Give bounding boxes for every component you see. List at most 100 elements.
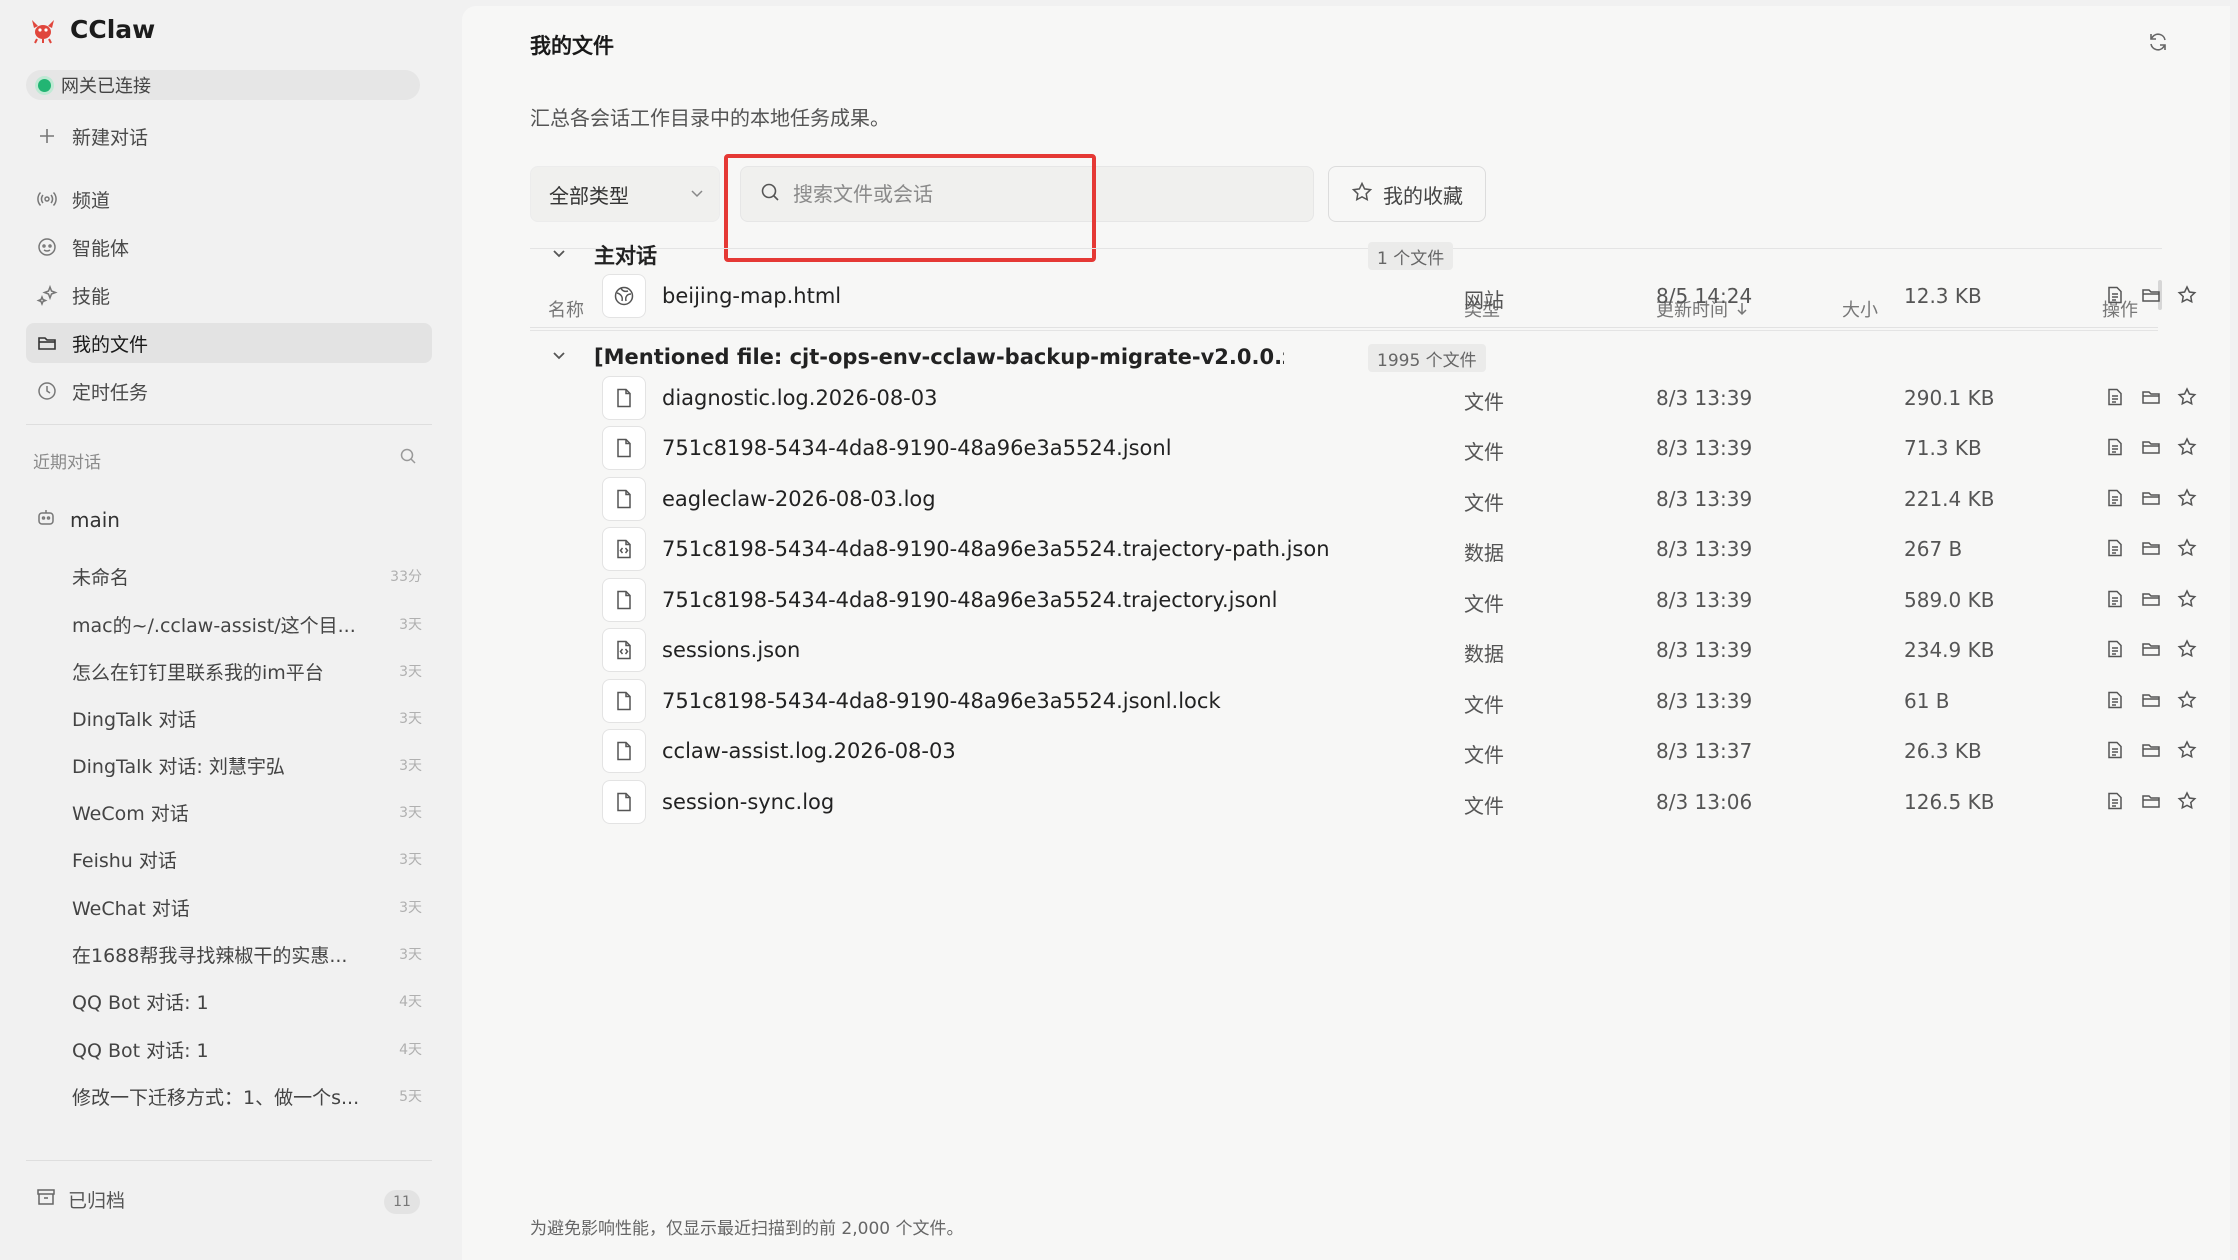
favorite-star-icon[interactable] (2176, 588, 2198, 610)
file-name[interactable]: 751c8198-5434-4da8-9190-48a96e3a5524.jso… (662, 436, 1172, 460)
file-name[interactable]: cclaw-assist.log.2026-08-03 (662, 739, 956, 763)
conversation-item[interactable]: 怎么在钉钉里联系我的im平台 3天 (72, 653, 422, 689)
sidebar-item-channels[interactable]: 频道 (26, 179, 432, 219)
file-size: 267 B (1904, 537, 1963, 561)
favorite-star-icon[interactable] (2176, 284, 2198, 306)
open-folder-icon[interactable] (2140, 739, 2162, 761)
open-folder-icon[interactable] (2140, 284, 2162, 306)
conversation-time: 3天 (399, 711, 422, 727)
sidebar-item-skills[interactable]: 技能 (26, 275, 432, 315)
preview-document-icon[interactable] (2104, 588, 2126, 610)
app-name: CClaw (70, 14, 156, 44)
conversation-item[interactable]: DingTalk 对话 3天 (72, 700, 422, 736)
status-dot-icon (38, 78, 51, 92)
file-name[interactable]: 751c8198-5434-4da8-9190-48a96e3a5524.tra… (662, 537, 1330, 561)
type-filter-select[interactable]: 全部类型 (530, 166, 720, 222)
file-name[interactable]: diagnostic.log.2026-08-03 (662, 386, 937, 410)
preview-document-icon[interactable] (2104, 284, 2126, 306)
search-icon (759, 181, 781, 208)
gateway-status-label: 网关已连接 (61, 76, 151, 97)
favorite-star-icon[interactable] (2176, 739, 2198, 761)
refresh-icon[interactable] (2146, 30, 2170, 58)
sidebar-item-my-files[interactable]: 我的文件 (26, 323, 432, 363)
conversation-group-main[interactable]: main (36, 507, 120, 532)
conversation-item[interactable]: QQ Bot 对话: 1 4天 (72, 983, 422, 1019)
conversation-item[interactable]: 修改一下迁移方式：1、做一个s... 5天 (72, 1078, 422, 1114)
open-folder-icon[interactable] (2140, 689, 2162, 711)
archived-button[interactable]: 已归档 (36, 1186, 125, 1213)
open-folder-icon[interactable] (2140, 638, 2162, 660)
open-folder-icon[interactable] (2140, 386, 2162, 408)
chevron-down-icon[interactable] (550, 244, 576, 266)
open-folder-icon[interactable] (2140, 436, 2162, 458)
conversation-item[interactable]: 未命名 33分 (72, 558, 422, 594)
file-icon (602, 477, 646, 521)
favorite-star-icon[interactable] (2176, 436, 2198, 458)
clock-icon (36, 380, 58, 402)
row-actions (2104, 386, 2198, 408)
sidebar-item-agents[interactable]: 智能体 (26, 227, 432, 267)
search-input[interactable] (793, 182, 1273, 206)
open-folder-icon[interactable] (2140, 487, 2162, 509)
conversation-item[interactable]: DingTalk 对话: 刘慧宇弘 3天 (72, 747, 422, 783)
sidebar-divider (26, 424, 432, 425)
conversation-item[interactable]: WeChat 对话 3天 (72, 889, 422, 925)
search-field[interactable] (740, 166, 1314, 222)
favorite-star-icon[interactable] (2176, 689, 2198, 711)
preview-document-icon[interactable] (2104, 739, 2126, 761)
conversation-title: WeChat 对话 (72, 897, 190, 920)
open-folder-icon[interactable] (2140, 790, 2162, 812)
gateway-status: 网关已连接 (26, 70, 420, 100)
favorite-star-icon[interactable] (2176, 487, 2198, 509)
file-name[interactable]: beijing-map.html (662, 284, 841, 308)
preview-document-icon[interactable] (2104, 487, 2126, 509)
preview-document-icon[interactable] (2104, 386, 2126, 408)
new-chat-button[interactable]: 新建对话 (26, 116, 432, 156)
conversation-item[interactable]: 在1688帮我寻找辣椒干的实惠... 3天 (72, 936, 422, 972)
file-type: 文件 (1464, 743, 1504, 767)
preview-document-icon[interactable] (2104, 790, 2126, 812)
file-type: 数据 (1464, 541, 1504, 565)
open-folder-icon[interactable] (2140, 537, 2162, 559)
row-actions (2104, 638, 2198, 660)
favorites-button[interactable]: 我的收藏 (1328, 166, 1486, 222)
favorite-star-icon[interactable] (2176, 386, 2198, 408)
preview-document-icon[interactable] (2104, 537, 2126, 559)
favorite-star-icon[interactable] (2176, 537, 2198, 559)
conversation-item[interactable]: Feishu 对话 3天 (72, 841, 422, 877)
file-size: 12.3 KB (1904, 284, 1982, 308)
conversation-item[interactable]: QQ Bot 对话: 1 4天 (72, 1031, 422, 1067)
file-type: 网站 (1464, 288, 1504, 312)
open-folder-icon[interactable] (2140, 588, 2162, 610)
globe-icon (602, 274, 646, 318)
favorite-star-icon[interactable] (2176, 638, 2198, 660)
row-actions (2104, 739, 2198, 761)
brand[interactable]: CClaw (28, 14, 155, 44)
sidebar-item-scheduled-tasks[interactable]: 定时任务 (26, 371, 432, 411)
conversation-item[interactable]: WeCom 对话 3天 (72, 794, 422, 830)
file-size: 290.1 KB (1904, 386, 1995, 410)
file-size: 71.3 KB (1904, 436, 1982, 460)
conversation-title: QQ Bot 对话: 1 (72, 991, 209, 1014)
file-type: 文件 (1464, 390, 1504, 414)
chevron-down-icon[interactable] (550, 346, 576, 368)
table-row[interactable]: beijing-map.html 网站 8/5 14:24 12.3 KB (530, 264, 2197, 328)
table-row[interactable]: session-sync.log 文件 8/3 13:06 126.5 KB (530, 770, 2197, 834)
file-name[interactable]: 751c8198-5434-4da8-9190-48a96e3a5524.tra… (662, 588, 1277, 612)
file-size: 61 B (1904, 689, 1950, 713)
file-name[interactable]: 751c8198-5434-4da8-9190-48a96e3a5524.jso… (662, 689, 1221, 713)
data-file-icon (602, 628, 646, 672)
recent-chats-label: 近期对话 (33, 453, 101, 473)
file-name[interactable]: sessions.json (662, 638, 800, 662)
file-name[interactable]: session-sync.log (662, 790, 834, 814)
favorite-star-icon[interactable] (2176, 790, 2198, 812)
file-name[interactable]: eagleclaw-2026-08-03.log (662, 487, 936, 511)
file-icon (602, 426, 646, 470)
preview-document-icon[interactable] (2104, 436, 2126, 458)
search-chats-icon[interactable] (398, 446, 418, 470)
preview-document-icon[interactable] (2104, 689, 2126, 711)
sidebar-item-label: 智能体 (72, 237, 130, 260)
preview-document-icon[interactable] (2104, 638, 2126, 660)
conversation-title: 在1688帮我寻找辣椒干的实惠... (72, 944, 348, 967)
conversation-item[interactable]: mac的~/.cclaw-assist/这个目... 3天 (72, 606, 422, 642)
